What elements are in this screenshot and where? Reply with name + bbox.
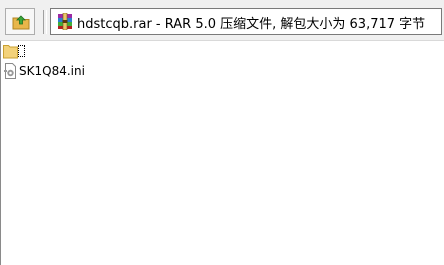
up-one-level-button[interactable]	[5, 8, 35, 35]
list-item-file[interactable]: SK1Q84.ini	[3, 63, 203, 79]
address-bar: hdstcqb.rar - RAR 5.0 压缩文件, 解包大小为 63,717…	[0, 0, 444, 41]
file-name: SK1Q84.ini	[19, 64, 85, 78]
list-item-parent-folder[interactable]	[3, 43, 203, 59]
address-field[interactable]: hdstcqb.rar - RAR 5.0 压缩文件, 解包大小为 63,717…	[50, 8, 442, 35]
address-text: hdstcqb.rar - RAR 5.0 压缩文件, 解包大小为 63,717…	[77, 17, 426, 32]
folder-icon	[3, 43, 18, 62]
file-list[interactable]: SK1Q84.ini	[0, 41, 444, 265]
toolbar-separator	[43, 10, 47, 34]
settings-file-icon	[3, 63, 18, 82]
winrar-archive-icon	[57, 12, 73, 33]
focus-rectangle	[18, 45, 25, 57]
